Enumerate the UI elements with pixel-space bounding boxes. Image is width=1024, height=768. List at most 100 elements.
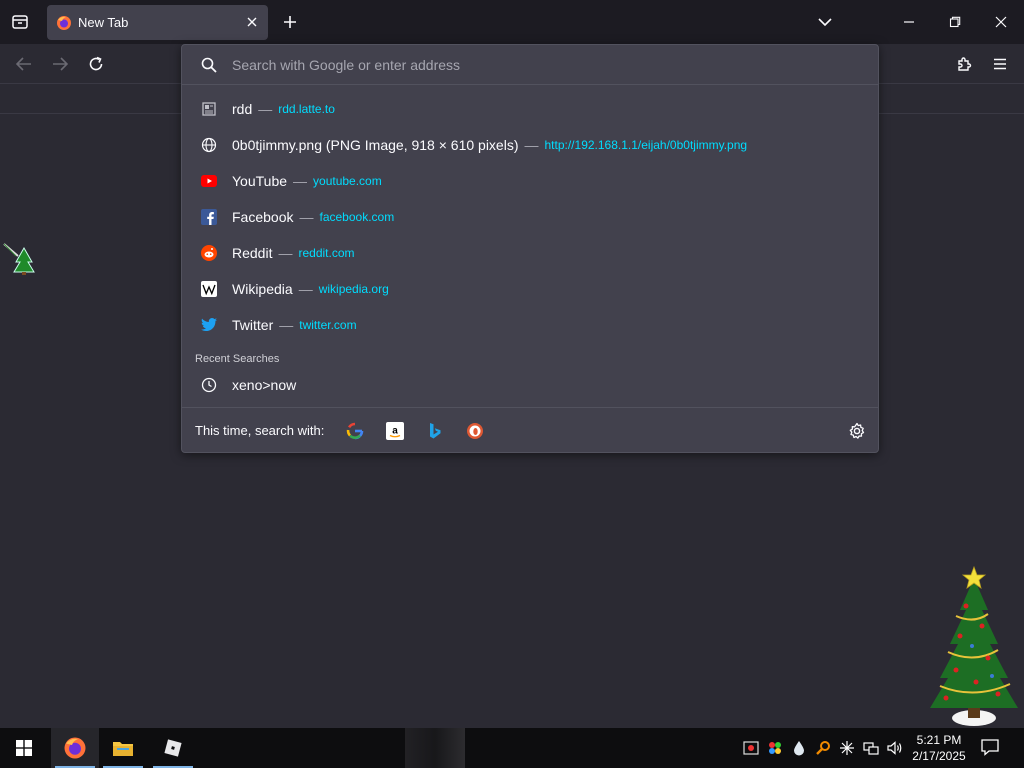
tray-app-icon[interactable] (742, 739, 760, 757)
result-title: rdd (232, 101, 253, 117)
taskbar-file-explorer[interactable] (99, 728, 147, 768)
windows-logo-icon (16, 740, 32, 756)
urlbar-results: rdd — rdd.latte.to 0b0tjimmy.png (PNG Im… (182, 91, 878, 343)
roblox-icon (164, 739, 182, 757)
clock-icon (201, 377, 217, 393)
recent-search-text: xeno>now (232, 377, 297, 393)
close-icon (247, 17, 257, 27)
result-reddit[interactable]: Reddit — reddit.com (182, 235, 878, 271)
firefox-icon (57, 15, 71, 30)
result-separator: — (293, 173, 308, 189)
result-rdd[interactable]: rdd — rdd.latte.to (182, 91, 878, 127)
urlbar-input[interactable] (232, 56, 832, 73)
result-youtube[interactable]: YouTube — youtube.com (182, 163, 878, 199)
reload-icon (89, 56, 103, 71)
close-window-button[interactable] (991, 12, 1011, 32)
result-title: Wikipedia (232, 281, 293, 297)
speech-bubble-icon (981, 739, 999, 756)
reddit-icon (201, 245, 217, 261)
google-icon[interactable] (346, 422, 364, 440)
result-url: reddit.com (298, 246, 355, 260)
notification-center-button[interactable] (980, 738, 1002, 758)
clock-date: 2/17/2025 (912, 749, 966, 763)
result-twitter[interactable]: Twitter — twitter.com (182, 307, 878, 343)
result-title: Facebook (232, 209, 294, 225)
gear-icon (849, 422, 865, 439)
result-separator: — (279, 317, 294, 333)
taskbar-roblox[interactable] (149, 728, 197, 768)
app-menu-button[interactable] (990, 54, 1010, 74)
globe-icon (201, 137, 217, 153)
result-separator: — (298, 281, 313, 297)
one-off-search-bar: This time, search with: a (182, 407, 878, 453)
snowflake-icon[interactable] (838, 739, 856, 757)
youtube-icon (201, 173, 217, 189)
twitter-icon (201, 317, 217, 333)
close-icon (995, 16, 1007, 28)
taskbar-firefox[interactable] (51, 728, 99, 768)
list-all-tabs-button[interactable] (8, 10, 32, 34)
result-url: twitter.com (299, 318, 357, 332)
extensions-button[interactable] (954, 54, 974, 74)
magnifier-icon[interactable] (814, 739, 832, 757)
puzzle-icon (958, 57, 972, 71)
search-with-label: This time, search with: (195, 423, 325, 438)
bing-icon[interactable] (426, 422, 444, 440)
new-tab-button[interactable] (280, 12, 300, 32)
chevron-down-icon (818, 18, 832, 27)
tab-overflow-button[interactable] (815, 12, 835, 32)
taskbar: 5:21 PM 2/17/2025 (0, 728, 1024, 768)
close-tab-button[interactable] (244, 14, 260, 30)
result-url: rdd.latte.to (278, 102, 335, 116)
christmas-tree-icon (930, 566, 1018, 726)
urlbar-input-row (182, 45, 878, 85)
reload-button[interactable] (86, 54, 106, 74)
start-button[interactable] (0, 728, 48, 768)
recent-search-item[interactable]: xeno>now (182, 368, 878, 402)
volume-icon[interactable] (886, 739, 904, 757)
firefox-icon (64, 737, 86, 759)
result-separator: — (278, 245, 293, 261)
arrow-right-icon (53, 57, 68, 71)
christmas-tree-cursor-icon (3, 243, 35, 275)
minimize-icon (904, 21, 914, 23)
result-title: 0b0tjimmy.png (PNG Image, 918 × 610 pixe… (232, 137, 519, 153)
clock-time: 5:21 PM (916, 733, 962, 747)
search-icon (201, 57, 217, 73)
result-separator: — (524, 137, 539, 153)
tab-new-tab[interactable]: New Tab (47, 5, 268, 40)
arrow-left-icon (16, 57, 31, 71)
result-url: youtube.com (313, 174, 382, 188)
facebook-icon (201, 209, 217, 225)
wallpaper-fragment (405, 728, 465, 768)
restore-icon (949, 16, 961, 28)
result-facebook[interactable]: Facebook — facebook.com (182, 199, 878, 235)
tray-colorful-icon[interactable] (766, 739, 784, 757)
page-icon (201, 101, 217, 117)
result-title: Twitter (232, 317, 274, 333)
svg-text:a: a (393, 425, 399, 436)
result-png-image[interactable]: 0b0tjimmy.png (PNG Image, 918 × 610 pixe… (182, 127, 878, 163)
folder-icon (113, 742, 133, 756)
amazon-icon[interactable]: a (386, 421, 405, 440)
tabs-list-icon (12, 15, 28, 29)
restore-button[interactable] (945, 12, 965, 32)
recent-searches-heading: Recent Searches (195, 353, 280, 365)
tab-title: New Tab (78, 15, 129, 30)
tab-strip: New Tab (0, 0, 1024, 44)
result-title: Reddit (232, 245, 273, 261)
result-separator: — (299, 209, 314, 225)
forward-button[interactable] (50, 54, 70, 74)
result-separator: — (258, 101, 273, 117)
back-button[interactable] (14, 54, 34, 74)
droplet-icon[interactable] (790, 739, 808, 757)
result-wikipedia[interactable]: Wikipedia — wikipedia.org (182, 271, 878, 307)
system-clock[interactable]: 5:21 PM 2/17/2025 (905, 732, 973, 764)
search-settings-button[interactable] (848, 422, 866, 440)
minimize-button[interactable] (899, 12, 919, 32)
network-icon[interactable] (862, 739, 880, 757)
result-title: YouTube (232, 173, 288, 189)
result-url: wikipedia.org (318, 282, 389, 296)
duckduckgo-icon[interactable] (466, 422, 484, 440)
wikipedia-icon (201, 281, 217, 297)
